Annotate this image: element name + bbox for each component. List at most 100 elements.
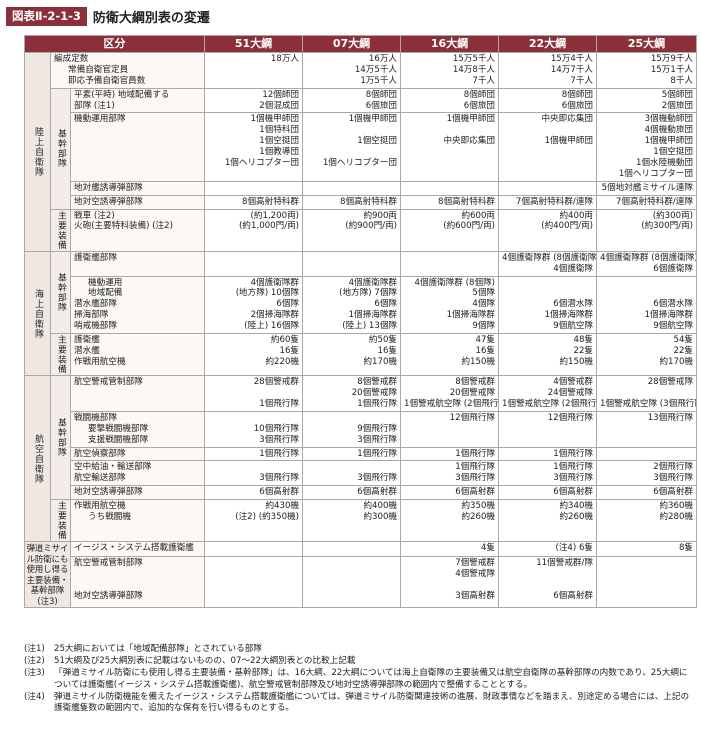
header-51: 51大綱 [204, 35, 304, 53]
header-16: 16大綱 [400, 35, 500, 53]
sub-shuyo-asdf: 主要装備 [50, 499, 71, 543]
value-line: 1個機甲師団 [446, 114, 496, 125]
value-line: 約340機 [559, 501, 594, 512]
value-line: 14万8千人 [452, 64, 496, 75]
value-line [208, 462, 299, 473]
value-line: 中央即応集団 [541, 114, 594, 125]
row-label-line: 機動運用 [88, 277, 123, 288]
value-cell: 5個地対艦ミサイル連隊 [596, 180, 698, 196]
sub-shuyo-gsdf: 主要装備 [50, 208, 71, 252]
value-cell [498, 180, 598, 196]
value-line [502, 183, 593, 194]
table-header-row: 区分 51大綱 07大綱 16大綱 22大綱 25大綱 [23, 35, 698, 53]
value-line [404, 183, 495, 194]
value-cell: 6個高射群 [302, 485, 402, 501]
value-line: 9個航空隊 [653, 321, 694, 332]
value-line: 3個飛行隊 [553, 473, 594, 484]
row-label-line: 掃海部隊 [74, 310, 109, 321]
value-line [306, 462, 397, 473]
value-cell [302, 556, 402, 609]
row-label-line: 潜水艦 [74, 345, 100, 356]
value-line [208, 388, 299, 399]
value-line: 約400機 [363, 501, 398, 512]
value-line [502, 169, 593, 180]
value-line: 20個警戒隊 [351, 388, 398, 399]
value-line: 1個飛行隊 [455, 448, 496, 459]
value-line: (注4) 6隻 [555, 543, 594, 554]
value-line: 6個高射群 [553, 591, 594, 602]
value-cell: 1個飛行隊 [302, 446, 402, 462]
note-text: 「弾道ミサイル防衛にも使用し得る主要装備・基幹部隊」は、16大綱、22大綱につい… [54, 668, 688, 690]
value-cell: 6個高射群 [400, 485, 500, 501]
value-line: 8個警戒群 [357, 377, 398, 388]
row-label: 空中給油・輸送部隊 航空輸送部隊 [69, 460, 206, 487]
value-line [208, 580, 299, 591]
row-label-line: 哨戒機部隊 [74, 321, 117, 332]
value-cell: 4個護衛隊群 (8個護衛隊) 4個護衛隊 [498, 250, 598, 277]
value-line: 22隻 [673, 345, 694, 356]
value-line [208, 413, 299, 424]
value-cell: 15万5千人 14万8千人 7千人 [400, 52, 500, 89]
value-line: 6個高射群 [653, 487, 694, 498]
asdf-row: 地対空誘導弾部隊 6個高射群 6個高射群 6個高射群 6個高射群 6個高射群 [25, 485, 698, 501]
value-cell: 11個警戒群/隊 6個高射群 [498, 556, 598, 609]
row-label-line: 潜水艦部隊 [74, 299, 117, 310]
row-label-line: 航空警戒管制部隊 [74, 377, 143, 388]
value-cell: 13個飛行隊 [596, 410, 698, 448]
value-cell: 6個潜水隊 1個掃海隊群 9個航空隊 [596, 275, 698, 335]
bmd-row: 弾道ミサイル防衛にも使用し得る主要装備・基幹部隊(注3) イージス・システム搭載護… [24, 541, 698, 609]
value-line: 6個旅団 [561, 100, 594, 111]
note-key: (注4) [24, 691, 45, 702]
value-line: 5個地対艦ミサイル連隊 [601, 182, 694, 193]
header-category: 区分 [23, 35, 206, 53]
value-line [208, 65, 299, 76]
row-label-line [74, 580, 201, 591]
value-line: 3個飛行隊 [259, 473, 300, 484]
value-cell: 約900両 (約900門/両) [302, 208, 402, 252]
value-line: 4個隊 [472, 299, 496, 310]
note-text: 弾道ミサイル防衛機能を備えたイージス・システム搭載護衛艦については、弾道ミサイル… [54, 691, 690, 714]
value-line: 7個高射特科群/連隊 [615, 196, 694, 207]
value-line [600, 558, 693, 569]
value-line: 4個護衛隊群 (8個護衛隊) [600, 252, 697, 263]
value-line: 4個護衛隊群 [348, 277, 398, 288]
value-cell: 15万4千人 14万7千人 7千人 [498, 52, 598, 89]
row-label: 地対艦誘導弾部隊 [69, 180, 206, 196]
value-line: 1個飛行隊 [259, 399, 300, 409]
value-line: 8個高射特科群 [340, 196, 398, 207]
row-label-line: 航空偵察部隊 [74, 448, 126, 459]
value-line: 約170機 [363, 356, 398, 367]
sub-kikan-asdf-text: 基幹部隊 [55, 418, 66, 458]
value-line: 22隻 [573, 345, 594, 356]
row-label-line: イージス・システム搭載護衛艦 [74, 543, 194, 554]
gsdf-row: 地対艦誘導弾部隊 5個地対艦ミサイル連隊 [25, 180, 698, 196]
row-label: 戦車 (注2) 火砲(主要特科装備) (注2) [69, 208, 206, 252]
value-line: 4個護衛隊群 (8個護衛隊) [502, 252, 597, 263]
row-label-line: 航空輸送部隊 [74, 473, 126, 484]
value-line: 8個高射特科群 [242, 196, 300, 207]
value-line: 4個護衛隊 [553, 263, 594, 274]
value-cell: 28個警戒群 1個飛行隊 [204, 375, 304, 412]
value-line [306, 413, 397, 424]
gsdf-row: 地対空誘導弾部隊 8個高射特科群 8個高射特科群 8個高射特科群 7個高射特科群/連隊 7… [25, 194, 698, 210]
value-line: 14万7千人 [550, 64, 594, 75]
value-line: 1個機甲師団 [644, 136, 694, 147]
value-cell [302, 250, 402, 277]
value-cell: 8個師団 6個旅団 [400, 87, 500, 114]
value-cell: 6個高射群 [596, 485, 698, 501]
value-line [306, 147, 397, 158]
value-line [306, 580, 397, 591]
row-label: 地対空誘導弾部隊 [69, 485, 206, 501]
value-cell: (注4) 6隻 [498, 541, 598, 558]
value-line: 約60隻 [270, 335, 300, 346]
value-cell: 約350機 約260機 [400, 499, 500, 543]
notes-section: (注1) 25大綱においては「地域配備部隊」とされている部隊 (注2) 51大綱及び2… [24, 644, 696, 715]
value-line: 約150機 [559, 356, 594, 367]
value-line: 約280機 [659, 512, 694, 523]
value-line: 7個高射特科群/連隊 [515, 196, 594, 207]
row-label-line: 地対空誘導弾部隊 [74, 487, 143, 498]
sub-kikan-gsdf: 基幹部隊 [50, 87, 71, 210]
value-line: 1個機甲師団 [250, 114, 300, 125]
row-label-line: 部隊 (注1) [74, 100, 115, 111]
value-cell: 8隻 [596, 541, 698, 558]
